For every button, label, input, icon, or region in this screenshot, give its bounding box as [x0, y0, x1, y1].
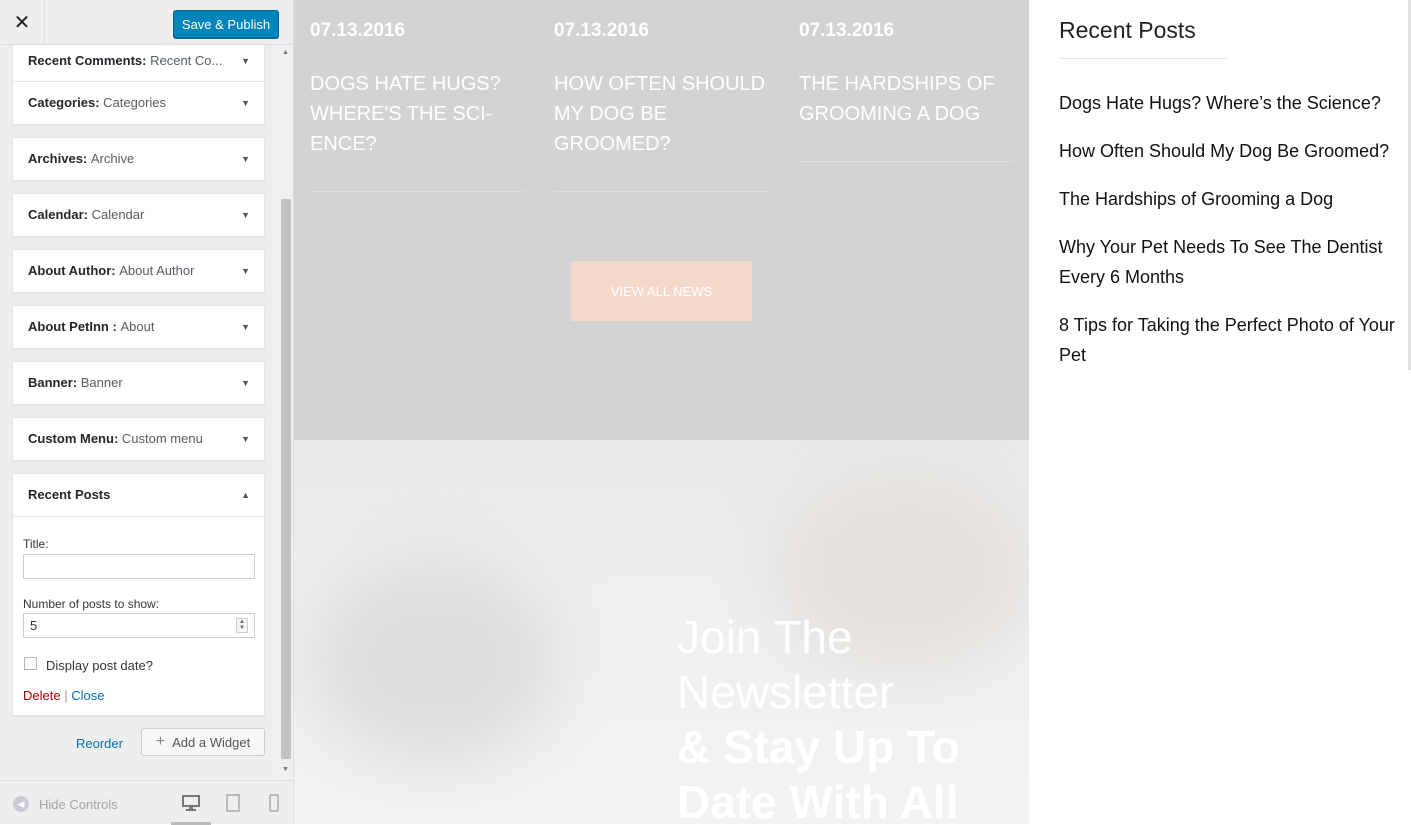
add-widget-label: Add a Widget: [172, 734, 251, 750]
recent-posts-title: Recent Posts: [1059, 17, 1196, 43]
widget-name: Archives: [28, 151, 83, 166]
spinner-icon[interactable]: ▲ ▼: [236, 618, 248, 633]
chevron-down-icon[interactable]: ▼: [241, 418, 250, 460]
widget-subtitle: Custom menu: [121, 431, 203, 446]
widget-list: Recent Comments: Recent Co... ▼ Categori…: [0, 45, 281, 780]
scrollbar-thumb[interactable]: [281, 199, 291, 759]
recent-post-link[interactable]: Why Your Pet Needs To See The Dentist Ev…: [1059, 232, 1404, 292]
newsletter-heading-line1: Join The: [677, 611, 853, 663]
news-title[interactable]: The Hardships of Grooming a Dog: [799, 69, 1015, 129]
hide-controls-label: Hide Controls: [39, 796, 118, 812]
widget-recent-comments[interactable]: Recent Comments: Recent Co... ▼: [12, 45, 265, 83]
widget-name: Calendar: [28, 207, 84, 222]
view-all-news-button[interactable]: View All News: [571, 261, 752, 321]
number-of-posts-label: Number of posts to show:: [23, 597, 160, 611]
widget-about-petinn[interactable]: About PetInn : About ▼: [12, 305, 265, 349]
widget-categories[interactable]: Categories: Categories ▼: [12, 81, 265, 125]
news-date: 07.13.2016: [799, 20, 895, 41]
add-widget-button[interactable]: + Add a Widget: [141, 728, 265, 756]
divider: [310, 191, 524, 192]
widget-subtitle: Categories: [103, 95, 167, 110]
tablet-preview-icon[interactable]: [223, 794, 243, 812]
customizer-panel: ✕ Save & Publish Recent Comments: Recent…: [0, 0, 294, 825]
title-input[interactable]: [23, 554, 255, 579]
chevron-down-icon[interactable]: ▼: [241, 82, 250, 124]
widget-calendar[interactable]: Calendar: Calendar ▼: [12, 193, 265, 237]
widget-banner[interactable]: Banner: Banner ▼: [12, 361, 265, 405]
newsletter-heading-line3: & Stay Up To: [677, 721, 960, 773]
widget-name: About PetInn: [28, 319, 113, 334]
news-title[interactable]: How Often Should My Dog Be Groomed?: [554, 69, 770, 159]
number-of-posts-input[interactable]: 5 ▲ ▼: [23, 613, 255, 638]
reorder-link[interactable]: Reorder: [76, 736, 123, 751]
customizer-scrollbar[interactable]: ▲ ▼: [279, 45, 293, 780]
chevron-down-icon[interactable]: ▼: [241, 362, 250, 404]
link-separator: |: [64, 688, 68, 703]
news-date: 07.13.2016: [310, 20, 406, 41]
number-of-posts-value: 5: [30, 618, 38, 633]
close-icon[interactable]: ✕: [0, 0, 45, 45]
newsletter-heading-line2: Newsletter: [677, 666, 895, 718]
newsletter-heading-line4: Date With All: [677, 776, 959, 824]
mobile-preview-icon[interactable]: [264, 794, 284, 812]
chevron-down-icon[interactable]: ▼: [241, 45, 250, 82]
divider: [799, 161, 1013, 162]
close-link[interactable]: Close: [71, 688, 104, 703]
recent-post-link[interactable]: 8 Tips for Taking the Perfect Photo of Y…: [1059, 310, 1404, 370]
recent-posts-list: Dogs Hate Hugs? Where’s the Science? How…: [1059, 88, 1404, 388]
widget-name: Custom Menu: [28, 431, 114, 446]
desktop-preview-icon[interactable]: [171, 794, 211, 825]
customizer-header: ✕ Save & Publish: [0, 0, 293, 45]
widget-custom-menu[interactable]: Custom Menu: Custom menu ▼: [12, 417, 265, 461]
widget-recent-posts-header[interactable]: Recent Posts ▲: [13, 474, 264, 517]
news-date: 07.13.2016: [554, 20, 650, 41]
divider: [554, 191, 768, 192]
recent-post-link[interactable]: How Often Should My Dog Be Groomed?: [1059, 136, 1404, 166]
hide-controls-button[interactable]: ◀ Hide Controls: [13, 796, 118, 812]
preview-newsletter-section: Join The Newsletter & Stay Up To Date Wi…: [294, 440, 1029, 824]
news-title[interactable]: Dogs Hate Hugs? Where's the Sci- ence?: [310, 69, 526, 159]
widget-subtitle: About Author: [119, 263, 195, 278]
plus-icon: +: [155, 733, 166, 750]
collapse-icon: ◀: [13, 796, 29, 812]
recent-post-link[interactable]: The Hardships of Grooming a Dog: [1059, 184, 1404, 214]
widget-subtitle: Recent Co...: [150, 53, 223, 68]
widget-about-author[interactable]: About Author: About Author ▼: [12, 249, 265, 293]
widget-name: Categories: [28, 95, 96, 110]
widget-subtitle: Calendar: [91, 207, 145, 222]
title-label: Title:: [23, 537, 49, 551]
customizer-footer: ◀ Hide Controls: [0, 780, 293, 825]
scroll-up-icon[interactable]: ▲: [282, 49, 289, 56]
preview-news-section: 07.13.2016 Dogs Hate Hugs? Where's the S…: [294, 0, 1029, 440]
display-date-checkbox[interactable]: [24, 657, 37, 670]
background-image: [314, 560, 554, 760]
widget-name: Recent Posts: [28, 487, 111, 502]
widget-name: Banner: [28, 375, 73, 390]
chevron-down-icon[interactable]: ▼: [241, 306, 250, 348]
chevron-up-icon[interactable]: ▲: [241, 474, 250, 516]
recent-post-link[interactable]: Dogs Hate Hugs? Where’s the Science?: [1059, 88, 1404, 118]
chevron-down-icon[interactable]: ▼: [241, 250, 250, 292]
widget-recent-posts: Recent Posts ▲ Title: Number of posts to…: [12, 473, 265, 716]
widget-subtitle: Archive: [90, 151, 135, 166]
widget-subtitle: About: [120, 319, 155, 334]
scroll-down-icon[interactable]: ▼: [282, 766, 289, 773]
widget-name: About Author: [28, 263, 112, 278]
display-date-label: Display post date?: [46, 658, 153, 673]
recent-posts-sidebar: Recent Posts Dogs Hate Hugs? Where’s the…: [1029, 0, 1411, 824]
chevron-down-icon[interactable]: ▼: [241, 194, 250, 236]
widget-subtitle: Banner: [80, 375, 123, 390]
divider: [1059, 58, 1227, 59]
widget-name: Recent Comments: [28, 53, 143, 68]
delete-link[interactable]: Delete: [23, 688, 61, 703]
save-publish-button[interactable]: Save & Publish: [173, 10, 279, 38]
chevron-down-icon[interactable]: ▼: [241, 138, 250, 180]
widget-archives[interactable]: Archives: Archive ▼: [12, 137, 265, 181]
